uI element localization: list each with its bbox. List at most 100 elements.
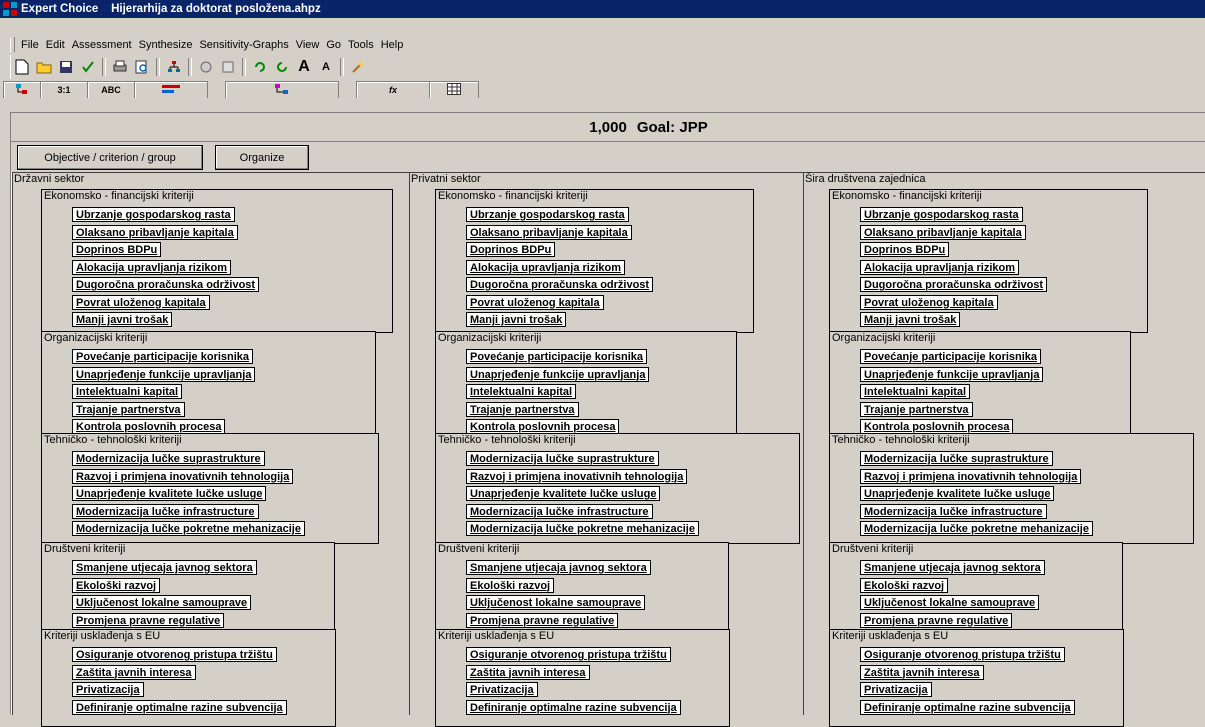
subcriterion-node[interactable]: Povećanje participacije korisnika bbox=[466, 349, 648, 364]
subcriterion-node[interactable]: Ubrzanje gospodarskog rasta bbox=[466, 207, 629, 222]
font-smaller-icon[interactable]: A bbox=[316, 57, 336, 77]
subcriterion-node[interactable]: Uključenost lokalne samouprave bbox=[466, 595, 646, 610]
subcriterion-node[interactable]: Alokacija upravljanja rizikom bbox=[860, 259, 1020, 275]
subcriterion-node[interactable]: Olaksano pribavljanje kapitala bbox=[72, 224, 238, 240]
subcriterion-node[interactable]: Smanjene utjecaja javnog sektora bbox=[466, 560, 651, 575]
check-icon[interactable] bbox=[78, 57, 98, 77]
paint-icon[interactable] bbox=[196, 57, 216, 77]
open-folder-icon[interactable] bbox=[34, 57, 54, 77]
subcriterion-node[interactable]: Zaštita javnih interesa bbox=[466, 664, 590, 680]
subcriterion-node[interactable]: Doprinos BDPu bbox=[72, 242, 162, 257]
tree-icon[interactable] bbox=[164, 57, 184, 77]
tab-bar-chart[interactable] bbox=[134, 81, 208, 98]
subcriterion-node[interactable]: Manji javni trošak bbox=[466, 312, 567, 327]
subcriterion-node[interactable]: Dugoročna proračunska održivost bbox=[860, 277, 1048, 292]
criterion-label[interactable]: Društveni kriteriji bbox=[832, 543, 913, 555]
model-icon[interactable] bbox=[218, 57, 238, 77]
tab-formula[interactable]: fx bbox=[356, 81, 430, 98]
subcriterion-node[interactable]: Unaprjeđenje kvalitete lučke usluge bbox=[466, 486, 661, 501]
menu-file[interactable]: File bbox=[21, 39, 39, 51]
subcriterion-node[interactable]: Osiguranje otvorenog pristupa tržištu bbox=[860, 647, 1065, 662]
subcriterion-node[interactable]: Dugoročna proračunska održivost bbox=[72, 277, 260, 292]
menu-go[interactable]: Go bbox=[326, 39, 341, 51]
subcriterion-node[interactable]: Zaštita javnih interesa bbox=[860, 664, 984, 680]
subcriterion-node[interactable]: Unaprjeđenje funkcije upravljanja bbox=[860, 366, 1044, 382]
subcriterion-node[interactable]: Razvoj i primjena inovativnih tehnologij… bbox=[860, 468, 1082, 484]
subcriterion-node[interactable]: Povećanje participacije korisnika bbox=[860, 349, 1042, 364]
subcriterion-node[interactable]: Modernizacija lučke pokretne mehanizacij… bbox=[72, 521, 305, 536]
menu-sensitivity-graphs[interactable]: Sensitivity-Graphs bbox=[199, 39, 288, 51]
subcriterion-node[interactable]: Modernizacija lučke infrastructure bbox=[72, 503, 259, 519]
subcriterion-node[interactable]: Doprinos BDPu bbox=[860, 242, 950, 257]
subcriterion-node[interactable]: Ekološki razvoj bbox=[860, 577, 949, 593]
refresh-green-icon[interactable] bbox=[250, 57, 270, 77]
menu-synthesize[interactable]: Synthesize bbox=[139, 39, 193, 51]
tab-tree-view[interactable] bbox=[3, 81, 41, 98]
criterion-label[interactable]: Ekonomsko - financijski kriteriji bbox=[438, 190, 588, 202]
subcriterion-node[interactable]: Promjena pravne regulative bbox=[72, 612, 225, 628]
subcriterion-node[interactable]: Razvoj i primjena inovativnih tehnologij… bbox=[72, 468, 294, 484]
subcriterion-node[interactable]: Modernizacija lučke pokretne mehanizacij… bbox=[466, 521, 699, 536]
menu-tools[interactable]: Tools bbox=[348, 39, 374, 51]
subcriterion-node[interactable]: Manji javni trošak bbox=[72, 312, 173, 327]
subcriterion-node[interactable]: Definiranje optimalne razine subvencija bbox=[466, 699, 681, 715]
tab-pairwise[interactable]: 3:1 bbox=[40, 81, 88, 98]
subcriterion-node[interactable]: Dugoročna proračunska održivost bbox=[466, 277, 654, 292]
subcriterion-node[interactable]: Promjena pravne regulative bbox=[466, 612, 619, 628]
subcriterion-node[interactable]: Alokacija upravljanja rizikom bbox=[72, 259, 232, 275]
subcriterion-node[interactable]: Ekološki razvoj bbox=[72, 577, 161, 593]
criterion-label[interactable]: Tehničko - tehnološki kriteriji bbox=[832, 434, 970, 446]
subcriterion-node[interactable]: Unaprjeđenje kvalitete lučke usluge bbox=[72, 486, 267, 501]
subcriterion-node[interactable]: Intelektualni kapital bbox=[860, 384, 971, 399]
subcriterion-node[interactable]: Intelektualni kapital bbox=[72, 384, 183, 399]
menu-assessment[interactable]: Assessment bbox=[72, 39, 132, 51]
organize-button[interactable]: Organize bbox=[215, 145, 309, 170]
menu-help[interactable]: Help bbox=[381, 39, 404, 51]
tools-icon[interactable] bbox=[348, 57, 368, 77]
subcriterion-node[interactable]: Unaprjeđenje kvalitete lučke usluge bbox=[860, 486, 1055, 501]
subcriterion-node[interactable]: Intelektualni kapital bbox=[466, 384, 577, 399]
criterion-label[interactable]: Kriteriji usklađenja s EU bbox=[44, 630, 160, 642]
subcriterion-node[interactable]: Definiranje optimalne razine subvencija bbox=[860, 699, 1075, 715]
tab-abc[interactable]: ABC bbox=[87, 81, 135, 98]
subcriterion-node[interactable]: Osiguranje otvorenog pristupa tržištu bbox=[466, 647, 671, 662]
goal-label[interactable]: Goal: JPP bbox=[637, 119, 708, 136]
criterion-label[interactable]: Društveni kriteriji bbox=[438, 543, 519, 555]
column-title[interactable]: Privatni sektor bbox=[411, 173, 481, 185]
print-icon[interactable] bbox=[110, 57, 130, 77]
new-file-icon[interactable] bbox=[12, 57, 32, 77]
subcriterion-node[interactable]: Privatizacija bbox=[860, 682, 932, 697]
subcriterion-node[interactable]: Modernizacija lučke infrastructure bbox=[860, 503, 1047, 519]
subcriterion-node[interactable]: Uključenost lokalne samouprave bbox=[860, 595, 1040, 610]
subcriterion-node[interactable]: Povrat uloženog kapitala bbox=[466, 294, 604, 310]
criterion-label[interactable]: Tehničko - tehnološki kriteriji bbox=[438, 434, 576, 446]
criterion-label[interactable]: Kriteriji usklađenja s EU bbox=[438, 630, 554, 642]
subcriterion-node[interactable]: Olaksano pribavljanje kapitala bbox=[466, 224, 632, 240]
subcriterion-node[interactable]: Uključenost lokalne samouprave bbox=[72, 595, 252, 610]
criterion-label[interactable]: Ekonomsko - financijski kriteriji bbox=[44, 190, 194, 202]
subcriterion-node[interactable]: Kontrola poslovnih procesa bbox=[72, 419, 226, 434]
subcriterion-node[interactable]: Kontrola poslovnih procesa bbox=[860, 419, 1014, 434]
criterion-label[interactable]: Organizacijski kriteriji bbox=[832, 332, 935, 344]
subcriterion-node[interactable]: Zaštita javnih interesa bbox=[72, 664, 196, 680]
print-preview-icon[interactable] bbox=[132, 57, 152, 77]
subcriterion-node[interactable]: Povrat uloženog kapitala bbox=[72, 294, 210, 310]
subcriterion-node[interactable]: Ekološki razvoj bbox=[466, 577, 555, 593]
criterion-label[interactable]: Organizacijski kriteriji bbox=[44, 332, 147, 344]
criterion-label[interactable]: Tehničko - tehnološki kriteriji bbox=[44, 434, 182, 446]
subcriterion-node[interactable]: Doprinos BDPu bbox=[466, 242, 556, 257]
subcriterion-node[interactable]: Modernizacija lučke suprastrukture bbox=[860, 451, 1053, 466]
subcriterion-node[interactable]: Razvoj i primjena inovativnih tehnologij… bbox=[466, 468, 688, 484]
subcriterion-node[interactable]: Privatizacija bbox=[72, 682, 144, 697]
menu-view[interactable]: View bbox=[296, 39, 320, 51]
subcriterion-node[interactable]: Osiguranje otvorenog pristupa tržištu bbox=[72, 647, 277, 662]
criterion-label[interactable]: Kriteriji usklađenja s EU bbox=[832, 630, 948, 642]
subcriterion-node[interactable]: Povrat uloženog kapitala bbox=[860, 294, 998, 310]
save-icon[interactable] bbox=[56, 57, 76, 77]
subcriterion-node[interactable]: Trajanje partnerstva bbox=[466, 401, 579, 417]
column-title[interactable]: Šira društvena zajednica bbox=[805, 173, 925, 185]
tab-table[interactable] bbox=[429, 81, 479, 98]
font-larger-icon[interactable]: A bbox=[294, 57, 314, 77]
objective-button[interactable]: Objective / criterion / group bbox=[17, 145, 203, 170]
subcriterion-node[interactable]: Ubrzanje gospodarskog rasta bbox=[860, 207, 1023, 222]
